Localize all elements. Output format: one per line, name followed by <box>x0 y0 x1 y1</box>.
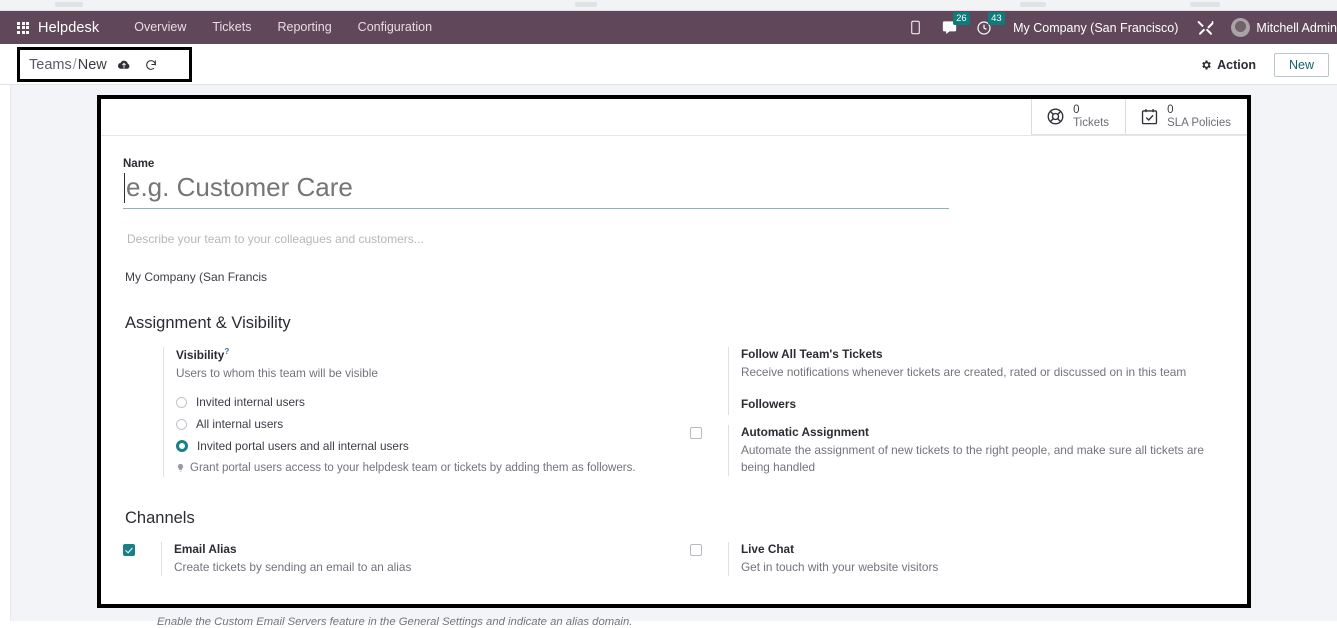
stat-button-sla-policies[interactable]: 0 SLA Policies <box>1125 99 1247 134</box>
action-button-label: Action <box>1217 57 1256 72</box>
section-title-assignment: Assignment & Visibility <box>125 314 291 332</box>
nav-menu-reporting[interactable]: Reporting <box>264 11 344 44</box>
live-chat-row: Live Chat Get in touch with your website… <box>689 542 1221 577</box>
radio-label: All internal users <box>196 417 284 432</box>
live-chat-checkbox[interactable] <box>689 544 702 557</box>
radio-label: Invited portal users and all internal us… <box>197 439 409 454</box>
visibility-tip-text: Grant portal users access to your helpde… <box>190 462 636 475</box>
radio-indicator <box>176 396 187 408</box>
breadcrumb-current: New <box>77 56 107 73</box>
follow-all-tickets-help: Receive notifications whenever tickets a… <box>740 365 1187 379</box>
visibility-radio-group: Invited internal users All internal user… <box>176 395 656 453</box>
radio-invited-portal-and-internal-users[interactable]: Invited portal users and all internal us… <box>176 439 656 453</box>
left-rail <box>0 85 11 621</box>
followers-field-title: Followers <box>740 397 797 412</box>
text-caret <box>124 173 125 203</box>
breadcrumb: Teams/New <box>29 57 107 73</box>
nav-menu-configuration[interactable]: Configuration <box>345 11 445 44</box>
radio-indicator-selected <box>176 440 188 453</box>
stat-label-tickets: Tickets <box>1073 116 1110 129</box>
lightbulb-icon <box>176 462 185 477</box>
name-input[interactable] <box>123 171 949 209</box>
email-alias-row: Email Alias Create tickets by sending an… <box>123 542 656 577</box>
messages-count-badge: 26 <box>953 11 970 25</box>
new-button[interactable]: New <box>1273 52 1329 77</box>
tools-icon[interactable] <box>1197 19 1214 36</box>
help-marker-icon[interactable]: ? <box>224 347 229 356</box>
section-title-channels: Channels <box>125 509 195 528</box>
browser-chrome-sliver <box>0 0 1337 11</box>
control-panel: Teams/New Action New <box>0 44 1337 128</box>
user-menu[interactable]: Mitchell Admin <box>1256 21 1337 35</box>
live-chat-help: Get in touch with your website visitors <box>740 560 939 575</box>
name-field-label: Name <box>123 158 155 170</box>
page-body: 0 Tickets 0 SLA Policies Name e.g. Custo… <box>0 85 1337 628</box>
calendar-check-icon <box>1140 107 1159 126</box>
action-button[interactable]: Action <box>1190 54 1266 76</box>
form-highlight-box: 0 Tickets 0 SLA Policies Name e.g. Custo… <box>97 95 1251 608</box>
visibility-help-text: Users to whom this team will be visible <box>176 365 378 380</box>
app-brand-helpdesk[interactable]: Helpdesk <box>38 20 99 36</box>
radio-label: Invited internal users <box>196 395 305 410</box>
email-alias-help: Create tickets by sending an email to an… <box>174 560 412 575</box>
chat-icon[interactable]: 26 <box>941 11 970 36</box>
email-alias-checkbox[interactable] <box>123 544 135 557</box>
top-navbar: Helpdesk Overview Tickets Reporting Conf… <box>0 11 1337 44</box>
stat-value-sla-policies: 0 <box>1167 104 1174 117</box>
automatic-assignment-row: Automatic Assignment Automate the assign… <box>689 425 1221 477</box>
phone-icon[interactable] <box>908 20 923 35</box>
avatar[interactable] <box>1231 18 1251 37</box>
gear-icon <box>1202 60 1211 69</box>
stat-button-tickets[interactable]: 0 Tickets <box>1031 99 1125 134</box>
form-content: Name Describe your team to your colleagu… <box>101 136 1247 577</box>
company-field-value[interactable]: My Company (San Francis <box>123 270 1221 284</box>
cloud-upload-icon[interactable] <box>117 59 131 71</box>
live-chat-title: Live Chat <box>740 542 795 557</box>
clock-icon[interactable]: 43 <box>976 11 1005 36</box>
visibility-tip: Grant portal users access to your helpde… <box>176 462 656 477</box>
life-buoy-icon <box>1046 107 1065 126</box>
visibility-field-title: Visibility? <box>176 347 230 362</box>
grid-apps-icon[interactable] <box>17 21 29 34</box>
company-switcher[interactable]: My Company (San Francisco) <box>1013 21 1178 35</box>
radio-all-internal-users[interactable]: All internal users <box>176 417 656 431</box>
breadcrumb-highlight-box: Teams/New <box>17 47 192 82</box>
channels-bottom-tip: Enable the Custom Email Servers feature … <box>157 616 633 628</box>
activities-count-badge: 43 <box>988 11 1005 25</box>
automatic-assignment-checkbox[interactable] <box>689 427 702 440</box>
automatic-assignment-title: Automatic Assignment <box>740 425 869 440</box>
description-input[interactable]: Describe your team to your colleagues an… <box>123 232 1221 246</box>
follow-all-tickets-title: Follow All Team's Tickets <box>740 347 883 361</box>
stat-label-sla-policies: SLA Policies <box>1167 116 1231 129</box>
breadcrumb-root[interactable]: Teams <box>29 57 72 73</box>
nav-menu-overview[interactable]: Overview <box>121 11 199 44</box>
radio-invited-internal-users[interactable]: Invited internal users <box>176 395 656 409</box>
stat-value-tickets: 0 <box>1073 104 1080 117</box>
email-alias-title: Email Alias <box>174 542 237 557</box>
radio-indicator <box>176 418 187 430</box>
stat-button-strip: 0 Tickets 0 SLA Policies <box>1031 99 1247 135</box>
undo-icon[interactable] <box>144 58 158 71</box>
nav-menu-tickets[interactable]: Tickets <box>199 11 264 44</box>
automatic-assignment-help: Automate the assignment of new tickets t… <box>740 443 1204 475</box>
